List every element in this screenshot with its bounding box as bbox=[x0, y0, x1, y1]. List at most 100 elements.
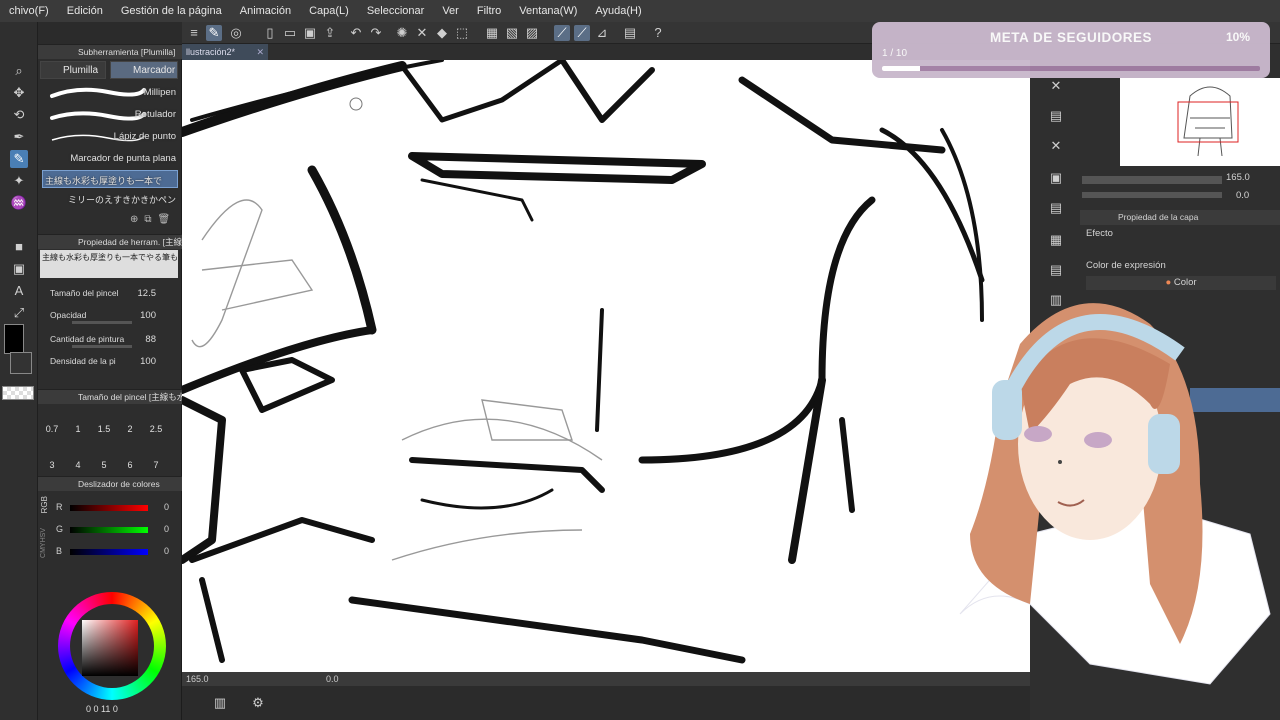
blue-slider[interactable] bbox=[70, 549, 148, 555]
size-preset[interactable]: 7 bbox=[146, 460, 166, 470]
density-row[interactable]: Densidad de la pi 100 bbox=[50, 356, 178, 368]
menu-page[interactable]: Gestión de la página bbox=[112, 5, 231, 17]
size-preset[interactable]: 5 bbox=[94, 460, 114, 470]
close-icon[interactable]: ✕ bbox=[1044, 78, 1068, 98]
drawing-canvas[interactable] bbox=[182, 60, 1030, 672]
export-icon[interactable]: ⇪ bbox=[322, 25, 338, 41]
main-color-swatch[interactable] bbox=[4, 324, 24, 354]
brush-mode-icon[interactable]: ✎ bbox=[206, 25, 222, 41]
document-tab[interactable]: llustración2* ✕ bbox=[182, 44, 268, 60]
ruler-snap-icon[interactable]: ⟋ bbox=[554, 25, 570, 41]
brush-punta-plana[interactable]: Marcador de punta plana bbox=[42, 150, 178, 168]
subtool-actions[interactable]: ⊕⧉🗑 bbox=[130, 214, 176, 225]
size-preset[interactable]: 0.7 bbox=[42, 424, 62, 434]
brush-selected[interactable]: 主線も水彩も厚塗りも一本で bbox=[42, 170, 178, 188]
layer-icon[interactable]: ◎ bbox=[228, 25, 244, 41]
size-preset[interactable]: 3 bbox=[42, 460, 62, 470]
transparent-color-swatch[interactable] bbox=[2, 386, 34, 400]
open-folder-icon[interactable]: ▭ bbox=[282, 25, 298, 41]
red-slider-row[interactable]: R 0 bbox=[52, 502, 176, 514]
tab-marcador[interactable]: Marcador bbox=[110, 61, 178, 79]
density-value[interactable]: 100 bbox=[140, 356, 156, 367]
image-icon[interactable]: ▣ bbox=[1044, 170, 1068, 190]
red-slider[interactable] bbox=[70, 505, 148, 511]
correct-line-icon[interactable]: ⤢ bbox=[10, 304, 28, 322]
brush-lapiz-punto[interactable]: Lápiz de punto bbox=[42, 128, 178, 146]
brush-esquisse[interactable]: ミリーのえすきかきかペン bbox=[42, 190, 178, 208]
ink-value[interactable]: 88 bbox=[145, 334, 156, 345]
new-file-icon[interactable]: ▯ bbox=[262, 25, 278, 41]
panel-icon[interactable]: ▤ bbox=[622, 25, 638, 41]
select-all-icon[interactable]: ▦ bbox=[484, 25, 500, 41]
menu-help[interactable]: Ayuda(H) bbox=[586, 5, 650, 17]
sparkle-icon[interactable]: ✦ bbox=[10, 172, 28, 190]
tab-plumilla[interactable]: Plumilla bbox=[40, 61, 106, 79]
rgb-mode-tab[interactable]: RGB bbox=[40, 496, 49, 513]
size-preset[interactable]: 2 bbox=[120, 424, 140, 434]
menu-select[interactable]: Seleccionar bbox=[358, 5, 433, 17]
deselect-icon[interactable]: ▧ bbox=[504, 25, 520, 41]
fill-icon[interactable]: ◆ bbox=[434, 25, 450, 41]
lasso-icon[interactable]: ⟲ bbox=[10, 106, 28, 124]
green-slider[interactable] bbox=[70, 527, 148, 533]
color-wheel[interactable] bbox=[58, 592, 166, 700]
clear-icon[interactable]: ✕ bbox=[414, 25, 430, 41]
undo-icon[interactable]: ↶ bbox=[348, 25, 364, 41]
panel-toggle-icon[interactable]: ▥ bbox=[212, 695, 228, 711]
help-icon[interactable]: ? bbox=[650, 25, 666, 41]
opacity-row[interactable]: Opacidad 100 bbox=[50, 310, 178, 324]
invert-selection-icon[interactable]: ▨ bbox=[524, 25, 540, 41]
frame-icon[interactable]: ▣ bbox=[10, 260, 28, 278]
saturation-square[interactable] bbox=[82, 620, 138, 676]
opacity-slider[interactable] bbox=[72, 321, 132, 324]
red-value[interactable]: 0 bbox=[164, 502, 169, 512]
menu-filter[interactable]: Filtro bbox=[468, 5, 510, 17]
ink-row[interactable]: Cantidad de pintura 88 bbox=[50, 334, 178, 348]
menu-file[interactable]: chivo(F) bbox=[0, 5, 58, 17]
nav-zoom-value[interactable]: 165.0 bbox=[1226, 172, 1250, 183]
redo-icon[interactable]: ↷ bbox=[368, 25, 384, 41]
size-row[interactable]: Tamaño del pincel 12.5 bbox=[50, 288, 178, 302]
zoom-slider[interactable] bbox=[1082, 176, 1222, 184]
close-icon[interactable]: ✕ bbox=[1044, 138, 1068, 158]
rotate-slider[interactable] bbox=[1082, 192, 1222, 198]
blend-icon[interactable]: ♒ bbox=[10, 194, 28, 212]
move-icon[interactable]: ✥ bbox=[10, 84, 28, 102]
fill-tool-icon[interactable]: ■ bbox=[10, 238, 28, 256]
loading-icon[interactable]: ✺ bbox=[394, 25, 410, 41]
settings-icon[interactable]: ⚙ bbox=[250, 695, 266, 711]
material-icon[interactable]: ▦ bbox=[1044, 232, 1068, 252]
menu-view[interactable]: Ver bbox=[433, 5, 468, 17]
special-ruler-icon[interactable]: ⟋ bbox=[574, 25, 590, 41]
green-slider-row[interactable]: G 0 bbox=[52, 524, 176, 536]
brush-millipen[interactable]: Millipen bbox=[42, 84, 178, 102]
blue-value[interactable]: 0 bbox=[164, 546, 169, 556]
size-preset[interactable]: 2.5 bbox=[146, 424, 166, 434]
sub-color-swatch[interactable] bbox=[10, 352, 32, 374]
menu-layer[interactable]: Capa(L) bbox=[300, 5, 358, 17]
history-icon[interactable]: ▤ bbox=[1044, 262, 1068, 282]
close-icon[interactable]: ✕ bbox=[256, 44, 264, 60]
pen-icon[interactable]: ✎ bbox=[10, 150, 28, 168]
menu-window[interactable]: Ventana(W) bbox=[510, 5, 586, 17]
size-preset[interactable]: 4 bbox=[68, 460, 88, 470]
nav-rotate-value[interactable]: 0.0 bbox=[1236, 190, 1249, 201]
size-preset[interactable]: 1 bbox=[68, 424, 88, 434]
size-value[interactable]: 12.5 bbox=[138, 288, 157, 299]
hamburger-icon[interactable]: ≡ bbox=[186, 25, 202, 41]
save-icon[interactable]: ▣ bbox=[302, 25, 318, 41]
blue-slider-row[interactable]: B 0 bbox=[52, 546, 176, 558]
cmy-hsv-mode-tab[interactable]: CMYHSV bbox=[40, 528, 47, 558]
transform-icon[interactable]: ⬚ bbox=[454, 25, 470, 41]
angle-readout[interactable]: 0.0 bbox=[326, 672, 339, 686]
size-preset[interactable]: 1.5 bbox=[94, 424, 114, 434]
brush-rotulador[interactable]: Rotulador bbox=[42, 106, 178, 124]
navigator-thumbnail[interactable] bbox=[1120, 78, 1280, 166]
eyedropper-icon[interactable]: ✒ bbox=[10, 128, 28, 146]
text-icon[interactable]: A bbox=[10, 282, 28, 300]
menu-animation[interactable]: Animación bbox=[231, 5, 300, 17]
ink-slider[interactable] bbox=[72, 345, 132, 348]
opacity-value[interactable]: 100 bbox=[140, 310, 156, 321]
green-value[interactable]: 0 bbox=[164, 524, 169, 534]
zoom-icon[interactable]: ⌕ bbox=[10, 62, 28, 80]
